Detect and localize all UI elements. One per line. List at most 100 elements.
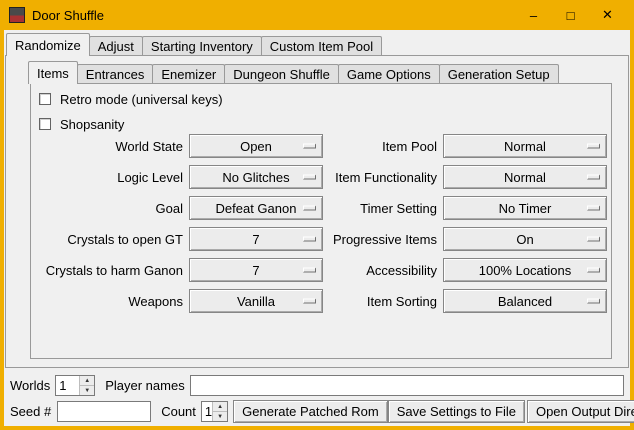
count-spin-down-button[interactable]: ▼ — [213, 412, 227, 421]
retro-mode-checkbutton[interactable]: Retro mode (universal keys) — [39, 89, 223, 109]
logic-level-value: No Glitches — [222, 170, 289, 185]
item-sorting-row: Item Sorting Balanced — [313, 289, 607, 313]
player-names-label: Player names — [105, 378, 184, 393]
retro-mode-checkbox[interactable] — [39, 93, 51, 105]
item-pool-value: Normal — [504, 139, 546, 154]
content-area: Randomize Adjust Starting Inventory Cust… — [4, 30, 630, 426]
timer-setting-value: No Timer — [499, 201, 552, 216]
goal-dropdown[interactable]: Defeat Ganon — [189, 196, 323, 220]
item-functionality-value: Normal — [504, 170, 546, 185]
count-value: 1 — [202, 402, 212, 421]
tab-generation-setup[interactable]: Generation Setup — [439, 64, 559, 83]
right-options-column: Item Pool Normal Item Functionality Norm… — [313, 134, 607, 320]
open-output-directory-button[interactable]: Open Output Directory — [527, 400, 634, 423]
weapons-value: Vanilla — [237, 294, 275, 309]
crystals-ganon-label: Crystals to harm Ganon — [33, 263, 183, 278]
spin-up-icon: ▲ — [217, 404, 223, 410]
shopsanity-checkbox[interactable] — [39, 118, 51, 130]
count-spinbox[interactable]: 1 ▲ ▼ — [201, 401, 228, 422]
dropdown-indicator-icon — [587, 237, 600, 242]
dropdown-indicator-icon — [587, 144, 600, 149]
worlds-value: 1 — [56, 376, 79, 395]
crystals-gt-label: Crystals to open GT — [33, 232, 183, 247]
item-functionality-dropdown[interactable]: Normal — [443, 165, 607, 189]
window-title: Door Shuffle — [32, 8, 104, 23]
goal-value: Defeat Ganon — [216, 201, 297, 216]
tab-adjust[interactable]: Adjust — [89, 36, 143, 55]
randomize-tab-panel: Items Entrances Enemizer Dungeon Shuffle… — [5, 55, 629, 368]
world-state-dropdown[interactable]: Open — [189, 134, 323, 158]
tab-randomize[interactable]: Randomize — [6, 33, 90, 56]
world-state-value: Open — [240, 139, 272, 154]
world-state-label: World State — [33, 139, 183, 154]
progressive-items-dropdown[interactable]: On — [443, 227, 607, 251]
maximize-icon: □ — [567, 8, 575, 23]
tab-game-options[interactable]: Game Options — [338, 64, 440, 83]
accessibility-label: Accessibility — [313, 263, 437, 278]
worlds-spin-down-button[interactable]: ▼ — [80, 386, 94, 395]
item-functionality-row: Item Functionality Normal — [313, 165, 607, 189]
shopsanity-checkbutton[interactable]: Shopsanity — [39, 114, 223, 134]
player-names-input[interactable] — [190, 375, 624, 396]
count-label: Count — [161, 404, 196, 419]
progressive-items-value: On — [516, 232, 533, 247]
tab-custom-item-pool[interactable]: Custom Item Pool — [261, 36, 382, 55]
seed-row: Seed # Count 1 ▲ ▼ Generate Patched Rom … — [10, 400, 624, 423]
retro-mode-label: Retro mode (universal keys) — [60, 92, 223, 107]
logic-level-dropdown[interactable]: No Glitches — [189, 165, 323, 189]
spin-up-icon: ▲ — [84, 378, 90, 384]
item-pool-row: Item Pool Normal — [313, 134, 607, 158]
worlds-spin-up-button[interactable]: ▲ — [80, 376, 94, 386]
dropdown-indicator-icon — [587, 175, 600, 180]
close-button[interactable]: ✕ — [589, 0, 626, 30]
maximize-button[interactable]: □ — [552, 0, 589, 30]
item-pool-dropdown[interactable]: Normal — [443, 134, 607, 158]
crystals-gt-row: Crystals to open GT 7 — [33, 227, 323, 251]
titlebar[interactable]: Door Shuffle – □ ✕ — [0, 0, 634, 30]
weapons-dropdown[interactable]: Vanilla — [189, 289, 323, 313]
worlds-spinbox[interactable]: 1 ▲ ▼ — [55, 375, 95, 396]
world-state-row: World State Open — [33, 134, 323, 158]
worlds-spin-arrows: ▲ ▼ — [79, 376, 94, 395]
dropdown-indicator-icon — [587, 268, 600, 273]
progressive-items-label: Progressive Items — [313, 232, 437, 247]
weapons-row: Weapons Vanilla — [33, 289, 323, 313]
item-sorting-dropdown[interactable]: Balanced — [443, 289, 607, 313]
crystals-ganon-value: 7 — [252, 263, 259, 278]
logic-level-label: Logic Level — [33, 170, 183, 185]
worlds-label: Worlds — [10, 378, 50, 393]
close-icon: ✕ — [602, 7, 613, 23]
spin-down-icon: ▼ — [84, 388, 90, 394]
tab-starting-inventory[interactable]: Starting Inventory — [142, 36, 262, 55]
tab-dungeon-shuffle[interactable]: Dungeon Shuffle — [224, 64, 339, 83]
window-controls: – □ ✕ — [515, 0, 626, 30]
count-spin-up-button[interactable]: ▲ — [213, 402, 227, 412]
accessibility-dropdown[interactable]: 100% Locations — [443, 258, 607, 282]
crystals-ganon-dropdown[interactable]: 7 — [189, 258, 323, 282]
logic-level-row: Logic Level No Glitches — [33, 165, 323, 189]
crystals-gt-dropdown[interactable]: 7 — [189, 227, 323, 251]
spin-down-icon: ▼ — [217, 414, 223, 420]
item-sorting-label: Item Sorting — [313, 294, 437, 309]
generate-patched-rom-button[interactable]: Generate Patched Rom — [233, 400, 388, 423]
timer-setting-row: Timer Setting No Timer — [313, 196, 607, 220]
item-sorting-value: Balanced — [498, 294, 552, 309]
accessibility-row: Accessibility 100% Locations — [313, 258, 607, 282]
left-options-column: World State Open Logic Level No Glitches — [33, 134, 323, 320]
save-settings-button[interactable]: Save Settings to File — [388, 400, 525, 423]
window: Door Shuffle – □ ✕ Randomize Adjust Star… — [0, 0, 634, 430]
checkbox-group: Retro mode (universal keys) Shopsanity — [39, 89, 223, 139]
timer-setting-dropdown[interactable]: No Timer — [443, 196, 607, 220]
shopsanity-label: Shopsanity — [60, 117, 124, 132]
tab-enemizer[interactable]: Enemizer — [152, 64, 225, 83]
crystals-ganon-row: Crystals to harm Ganon 7 — [33, 258, 323, 282]
dropdown-indicator-icon — [587, 206, 600, 211]
tab-entrances[interactable]: Entrances — [77, 64, 154, 83]
app-icon[interactable] — [9, 7, 25, 23]
count-spin-arrows: ▲ ▼ — [212, 402, 227, 421]
minimize-button[interactable]: – — [515, 0, 552, 30]
item-pool-label: Item Pool — [313, 139, 437, 154]
seed-input[interactable] — [57, 401, 151, 422]
minimize-icon: – — [530, 8, 537, 23]
tab-items[interactable]: Items — [28, 61, 78, 84]
